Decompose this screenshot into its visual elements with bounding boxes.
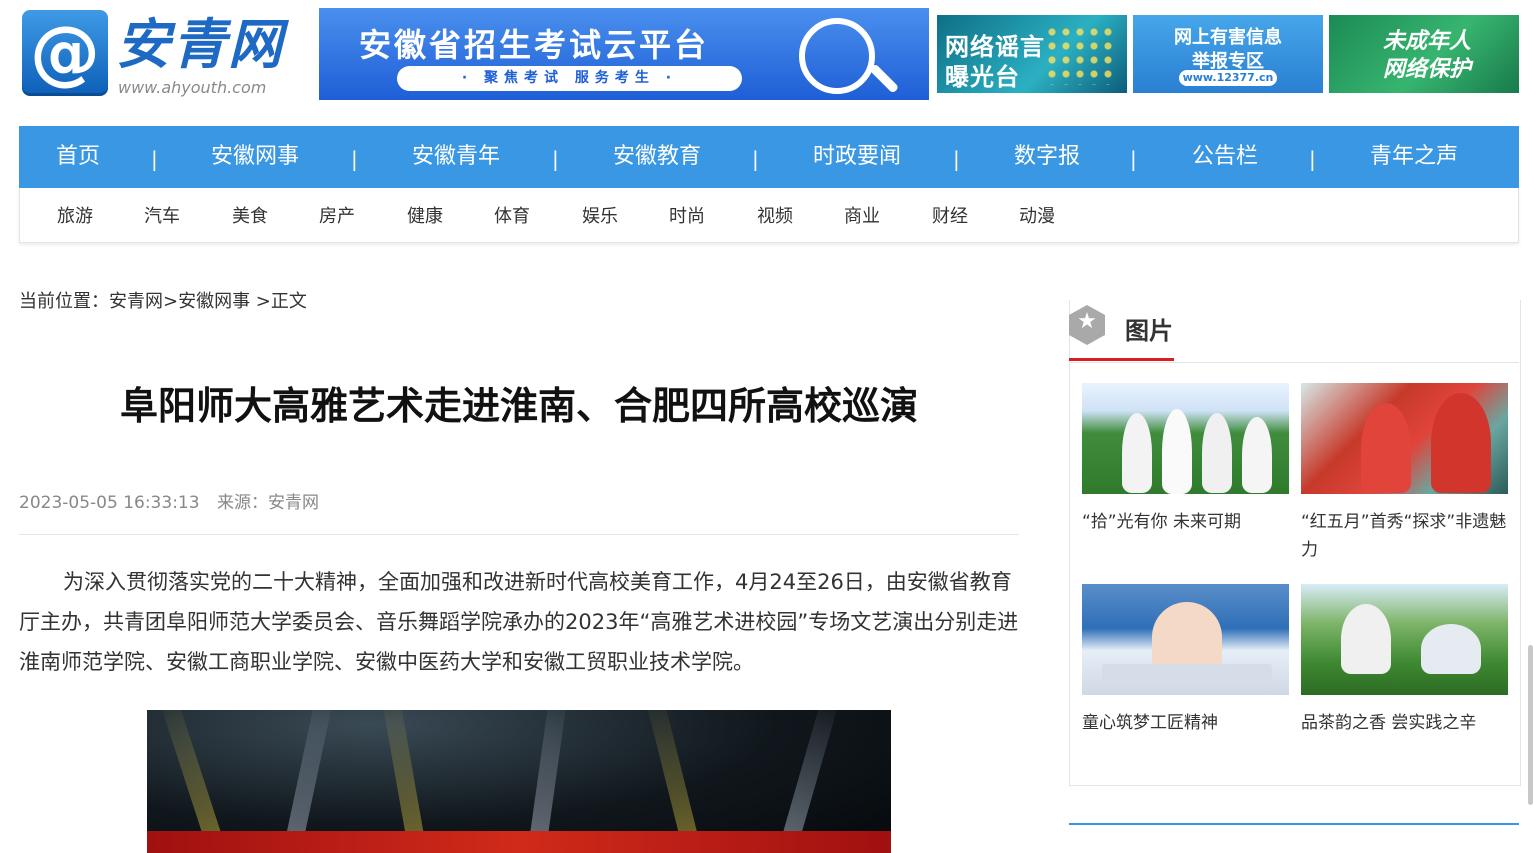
magnifier-icon bbox=[799, 18, 875, 94]
picture-thumbnail[interactable] bbox=[1082, 383, 1289, 494]
picture-card[interactable]: “拾”光有你 未来可期 bbox=[1082, 383, 1289, 536]
nav-anhui-education[interactable]: 安徽教育 bbox=[613, 126, 701, 188]
picture-caption[interactable]: 童心筑梦工匠精神 bbox=[1082, 709, 1289, 737]
article-meta: 2023-05-05 16:33:13 来源：安青网 bbox=[19, 488, 331, 513]
minor-protection-banner[interactable]: 未成年人 网络保护 bbox=[1329, 15, 1519, 93]
exam-platform-banner[interactable]: 安徽省招生考试云平台 · 聚焦考试 服务考生 · bbox=[319, 8, 929, 100]
nav-anhui-youth[interactable]: 安徽青年 bbox=[412, 126, 500, 188]
star-icon: ★ bbox=[1077, 309, 1097, 334]
picture-caption[interactable]: “拾”光有你 未来可期 bbox=[1082, 508, 1289, 536]
subnav-anime[interactable]: 动漫 bbox=[1019, 188, 1055, 246]
banner-line2: 网络保护 bbox=[1383, 57, 1472, 82]
subnav-business[interactable]: 商业 bbox=[844, 188, 880, 246]
nav-home[interactable]: 首页 bbox=[56, 126, 100, 188]
figure-shape bbox=[1431, 393, 1491, 493]
article-datetime: 2023-05-05 16:33:13 bbox=[19, 493, 200, 513]
picture-thumbnail[interactable] bbox=[1301, 584, 1508, 695]
nav-separator: | bbox=[953, 147, 960, 171]
figure-shape bbox=[1242, 417, 1272, 493]
logo-at-icon: @ bbox=[22, 10, 108, 96]
picture-panel-header: ★ 图片 bbox=[1069, 300, 1519, 363]
desk-shape bbox=[1102, 664, 1272, 684]
subnav-auto[interactable]: 汽车 bbox=[144, 188, 180, 246]
article-photo bbox=[147, 710, 891, 853]
site-logo[interactable]: @ 安青网 www.ahyouth.com bbox=[20, 8, 290, 100]
nav-anhui-news[interactable]: 安徽网事 bbox=[211, 126, 299, 188]
figure-shape bbox=[1202, 413, 1232, 493]
main-nav: 首页 | 安徽网事 | 安徽青年 | 安徽教育 | 时政要闻 | 数字报 | 公… bbox=[19, 126, 1519, 188]
figure-shape bbox=[1122, 413, 1152, 493]
subnav-travel[interactable]: 旅游 bbox=[57, 188, 93, 246]
figure-shape bbox=[1421, 624, 1481, 674]
nav-bulletin[interactable]: 公告栏 bbox=[1192, 126, 1258, 188]
article-paragraph: 为深入贯彻落实党的二十大精神，全面加强和改进新时代高校美育工作，4月24至26日… bbox=[19, 570, 1019, 674]
dots-decoration bbox=[1045, 25, 1115, 85]
stage-backdrop bbox=[147, 831, 891, 853]
logo-text: 安青网 bbox=[116, 12, 284, 76]
picture-caption[interactable]: “红五月”首秀“探求”非遗魅力 bbox=[1301, 508, 1508, 564]
picture-card[interactable]: 童心筑梦工匠精神 bbox=[1082, 584, 1289, 737]
banner-url: www.12377.cn bbox=[1179, 70, 1277, 86]
banner-line2: 曝光台 bbox=[945, 63, 1020, 91]
subnav-entertainment[interactable]: 娱乐 bbox=[582, 188, 618, 246]
article-source: 来源：安青网 bbox=[216, 493, 319, 513]
nav-separator: | bbox=[1309, 147, 1316, 171]
breadcrumb[interactable]: 当前位置：安青网>安徽网事 >正文 bbox=[19, 287, 307, 313]
picture-caption[interactable]: 品茶韵之香 尝实践之辛 bbox=[1301, 709, 1508, 737]
picture-thumbnail[interactable] bbox=[1301, 383, 1508, 494]
logo-url: www.ahyouth.com bbox=[118, 78, 267, 97]
rumor-exposure-banner[interactable]: 网络谣言 曝光台 bbox=[937, 15, 1127, 93]
nav-politics[interactable]: 时政要闻 bbox=[813, 126, 901, 188]
picture-card[interactable]: 品茶韵之香 尝实践之辛 bbox=[1301, 584, 1508, 737]
figure-shape bbox=[1162, 409, 1192, 494]
subnav-realestate[interactable]: 房产 bbox=[319, 188, 355, 246]
banner-line1: 网上有害信息 bbox=[1174, 27, 1282, 48]
banner-subtitle: · 聚焦考试 服务考生 · bbox=[397, 66, 742, 91]
picture-card[interactable]: “红五月”首秀“探求”非遗魅力 bbox=[1301, 383, 1508, 564]
next-panel-top-border bbox=[1069, 823, 1519, 825]
article-title: 阜阳师大高雅艺术走进淮南、合肥四所高校巡演 bbox=[119, 384, 918, 428]
banner-title: 安徽省招生考试云平台 bbox=[359, 26, 710, 64]
subnav-food[interactable]: 美食 bbox=[232, 188, 268, 246]
figure-shape bbox=[1152, 602, 1222, 672]
divider bbox=[19, 534, 1019, 535]
title-underline bbox=[1069, 358, 1174, 361]
nav-separator: | bbox=[552, 147, 559, 171]
subnav-sports[interactable]: 体育 bbox=[494, 188, 530, 246]
harmful-info-report-banner[interactable]: 网上有害信息 举报专区 www.12377.cn bbox=[1133, 15, 1323, 93]
subnav-finance[interactable]: 财经 bbox=[932, 188, 968, 246]
scrollbar[interactable] bbox=[1528, 645, 1533, 805]
nav-separator: | bbox=[151, 147, 158, 171]
subnav-fashion[interactable]: 时尚 bbox=[669, 188, 705, 246]
nav-separator: | bbox=[752, 147, 759, 171]
figure-shape bbox=[1341, 604, 1391, 674]
nav-separator: | bbox=[1130, 147, 1137, 171]
figure-shape bbox=[1361, 403, 1411, 493]
subnav-video[interactable]: 视频 bbox=[757, 188, 793, 246]
picture-thumbnail[interactable] bbox=[1082, 584, 1289, 695]
subnav-health[interactable]: 健康 bbox=[407, 188, 443, 246]
nav-youth-voice[interactable]: 青年之声 bbox=[1370, 126, 1458, 188]
nav-separator: | bbox=[351, 147, 358, 171]
magnifier-handle bbox=[868, 63, 900, 94]
sub-nav: 旅游 汽车 美食 房产 健康 体育 娱乐 时尚 视频 商业 财经 动漫 bbox=[19, 188, 1519, 243]
nav-digital-paper[interactable]: 数字报 bbox=[1014, 126, 1080, 188]
picture-panel-title: 图片 bbox=[1125, 317, 1173, 345]
